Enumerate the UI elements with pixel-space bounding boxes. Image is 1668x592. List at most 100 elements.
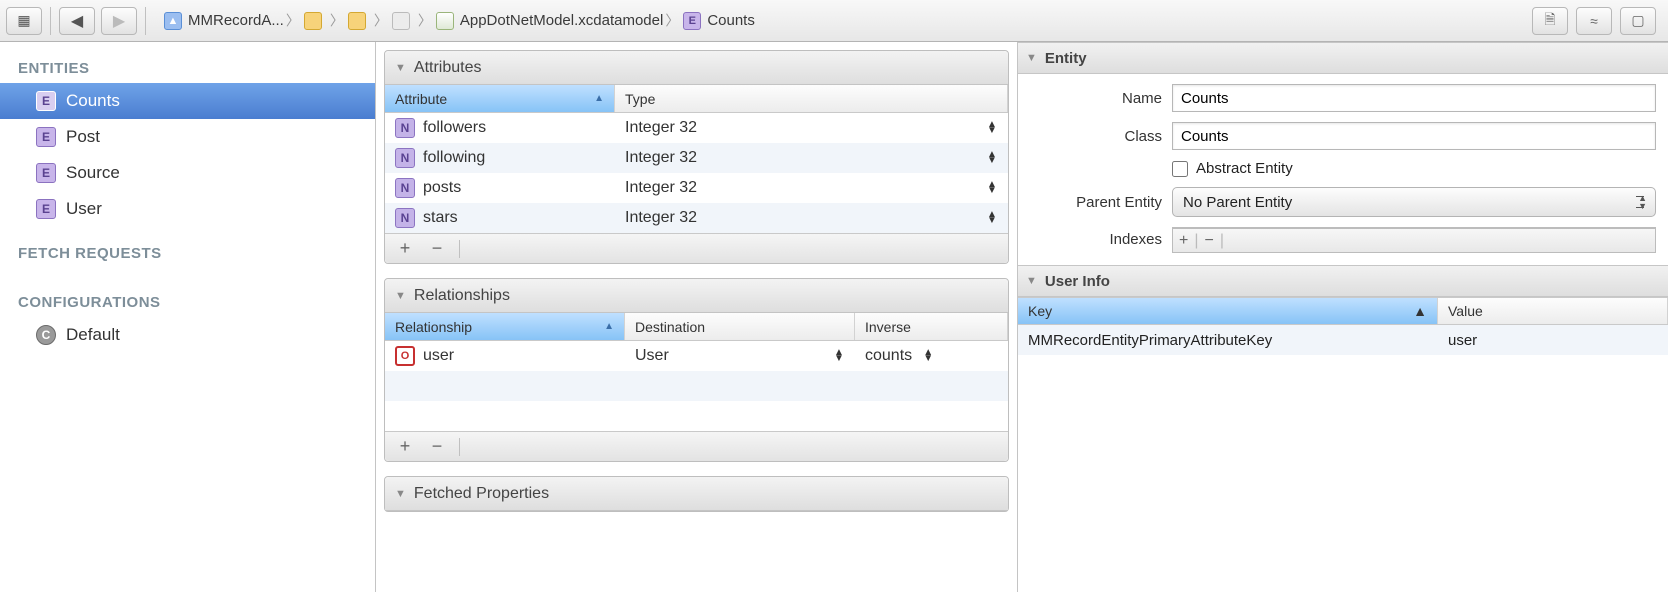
stepper-icon[interactable]: ▲▼ xyxy=(986,212,998,224)
file-icon xyxy=(392,12,410,30)
sidebar: ENTITIES ECounts EPost ESource EUser FET… xyxy=(0,42,376,592)
table-row[interactable]: Ouser User▲▼ counts▲▼ xyxy=(385,341,1008,371)
entity-section-header[interactable]: ▼Entity xyxy=(1018,42,1668,74)
inverse-column-header[interactable]: Inverse xyxy=(855,313,1008,340)
add-index-button[interactable]: + xyxy=(1179,232,1188,250)
relationship-destination: User xyxy=(635,347,669,365)
name-label: Name xyxy=(1030,90,1162,107)
attribute-type: Integer 32 xyxy=(625,149,697,167)
userinfo-section-header[interactable]: ▼User Info xyxy=(1018,265,1668,297)
userinfo-value-column[interactable]: Value xyxy=(1438,298,1668,324)
sidebar-item-label: Default xyxy=(66,325,120,345)
relationships-panel-footer: + − xyxy=(385,431,1008,461)
fetched-properties-panel-header[interactable]: ▼Fetched Properties xyxy=(385,477,1008,511)
parent-entity-select[interactable]: No Parent Entity ▲▼ xyxy=(1172,187,1656,217)
destination-column-header[interactable]: Destination xyxy=(625,313,855,340)
entity-icon: E xyxy=(36,163,56,183)
breadcrumb-file[interactable] xyxy=(382,7,426,35)
table-row[interactable]: Nfollowers Integer 32 ▲▼ xyxy=(385,113,1008,143)
attribute-type: Integer 32 xyxy=(625,119,697,137)
attributes-table-header: Attribute▲ Type xyxy=(385,85,1008,113)
nav-back-button[interactable]: ◀ xyxy=(59,7,95,35)
entity-class-input[interactable] xyxy=(1172,122,1656,150)
attributes-panel-header[interactable]: ▼Attributes xyxy=(385,51,1008,85)
stepper-icon[interactable]: ▲▼ xyxy=(986,122,998,134)
relationships-table-header: Relationship▲ Destination Inverse xyxy=(385,313,1008,341)
table-row-empty xyxy=(1018,355,1668,385)
fetch-requests-heading: FETCH REQUESTS xyxy=(0,239,375,268)
add-relationship-button[interactable]: + xyxy=(395,436,415,457)
userinfo-table-header: Key▲ Value xyxy=(1018,297,1668,325)
type-column-header[interactable]: Type xyxy=(615,85,1008,112)
separator: | xyxy=(1220,232,1224,250)
breadcrumb-project[interactable]: ▲MMRecordA... xyxy=(154,7,294,35)
breadcrumb-label: Counts xyxy=(707,12,755,29)
file-inspector-tab[interactable]: 🗎 xyxy=(1532,7,1568,35)
relationship-name: user xyxy=(423,347,454,365)
class-label: Class xyxy=(1030,128,1162,145)
abstract-entity-label: Abstract Entity xyxy=(1196,160,1293,177)
sidebar-item-configuration-default[interactable]: CDefault xyxy=(0,317,375,353)
section-title: Entity xyxy=(1045,50,1087,67)
sidebar-item-source[interactable]: ESource xyxy=(0,155,375,191)
datamodel-icon xyxy=(436,12,454,30)
add-attribute-button[interactable]: + xyxy=(395,238,415,259)
sidebar-item-label: Post xyxy=(66,127,100,147)
toolbar: ◀ ▶ ▲MMRecordA... AppDotNetModel.xcdatam… xyxy=(0,0,1668,42)
remove-attribute-button[interactable]: − xyxy=(427,238,447,259)
stepper-icon[interactable]: ▲▼ xyxy=(986,152,998,164)
breadcrumb-folder[interactable] xyxy=(338,7,382,35)
separator xyxy=(145,7,146,35)
table-row[interactable]: Nposts Integer 32▲▼ xyxy=(385,173,1008,203)
sidebar-item-label: Counts xyxy=(66,91,120,111)
stepper-icon[interactable]: ▲▼ xyxy=(922,350,934,362)
abstract-entity-checkbox[interactable] xyxy=(1172,161,1188,177)
editor: ▼Attributes Attribute▲ Type Nfollowers I… xyxy=(376,42,1018,592)
attributes-panel: ▼Attributes Attribute▲ Type Nfollowers I… xyxy=(384,50,1009,264)
breadcrumb-entity[interactable]: ECounts xyxy=(673,7,765,35)
table-row[interactable]: Nfollowing Integer 32▲▼ xyxy=(385,143,1008,173)
entity-section-body: Name Class Abstract Entity Parent Entity xyxy=(1018,74,1668,265)
breadcrumb: ▲MMRecordA... AppDotNetModel.xcdatamodel… xyxy=(154,7,1526,35)
stepper-icon[interactable]: ▲▼ xyxy=(833,350,845,362)
quickhelp-inspector-tab[interactable]: ≈ xyxy=(1576,7,1612,35)
nav-forward-button[interactable]: ▶ xyxy=(101,7,137,35)
entity-icon: E xyxy=(36,199,56,219)
entity-name-input[interactable] xyxy=(1172,84,1656,112)
datamodel-inspector-tab[interactable]: ▢ xyxy=(1620,7,1656,35)
inspector: ▼Entity Name Class Abstract Entity xyxy=(1018,42,1668,592)
abstract-entity-row: Abstract Entity xyxy=(1030,160,1656,177)
attribute-name: followers xyxy=(423,119,486,137)
parent-entity-value: No Parent Entity xyxy=(1183,194,1292,211)
separator xyxy=(459,438,460,456)
table-row[interactable]: MMRecordEntityPrimaryAttributeKey user xyxy=(1018,325,1668,355)
breadcrumb-folder[interactable] xyxy=(294,7,338,35)
attributes-table-body: Nfollowers Integer 32▲▼ Nfollowing Integ… xyxy=(385,113,1008,233)
sidebar-item-post[interactable]: EPost xyxy=(0,119,375,155)
table-row-empty xyxy=(385,371,1008,401)
panel-title: Attributes xyxy=(414,59,482,77)
remove-index-button[interactable]: − xyxy=(1205,232,1214,250)
related-items-button[interactable] xyxy=(6,7,42,35)
table-row[interactable]: Nstars Integer 32▲▼ xyxy=(385,203,1008,233)
indexes-toolbar: + | − | xyxy=(1172,229,1656,253)
attribute-column-header[interactable]: Attribute▲ xyxy=(385,85,615,112)
sidebar-item-counts[interactable]: ECounts xyxy=(0,83,375,119)
attribute-type: Integer 32 xyxy=(625,179,697,197)
parent-entity-row: Parent Entity No Parent Entity ▲▼ xyxy=(1030,187,1656,217)
attribute-n-icon: N xyxy=(395,118,415,138)
remove-relationship-button[interactable]: − xyxy=(427,436,447,457)
sidebar-item-user[interactable]: EUser xyxy=(0,191,375,227)
separator: | xyxy=(1194,232,1198,250)
relationships-panel-header[interactable]: ▼Relationships xyxy=(385,279,1008,313)
userinfo-key-column[interactable]: Key▲ xyxy=(1018,298,1438,324)
fetched-properties-panel: ▼Fetched Properties xyxy=(384,476,1009,512)
attribute-n-icon: N xyxy=(395,148,415,168)
disclosure-triangle-icon: ▼ xyxy=(395,290,406,302)
folder-icon xyxy=(304,12,322,30)
relationship-column-header[interactable]: Relationship▲ xyxy=(385,313,625,340)
stepper-icon[interactable]: ▲▼ xyxy=(986,182,998,194)
breadcrumb-model[interactable]: AppDotNetModel.xcdatamodel xyxy=(426,7,673,35)
relationship-o-icon: O xyxy=(395,346,415,366)
entity-class-row: Class xyxy=(1030,122,1656,150)
